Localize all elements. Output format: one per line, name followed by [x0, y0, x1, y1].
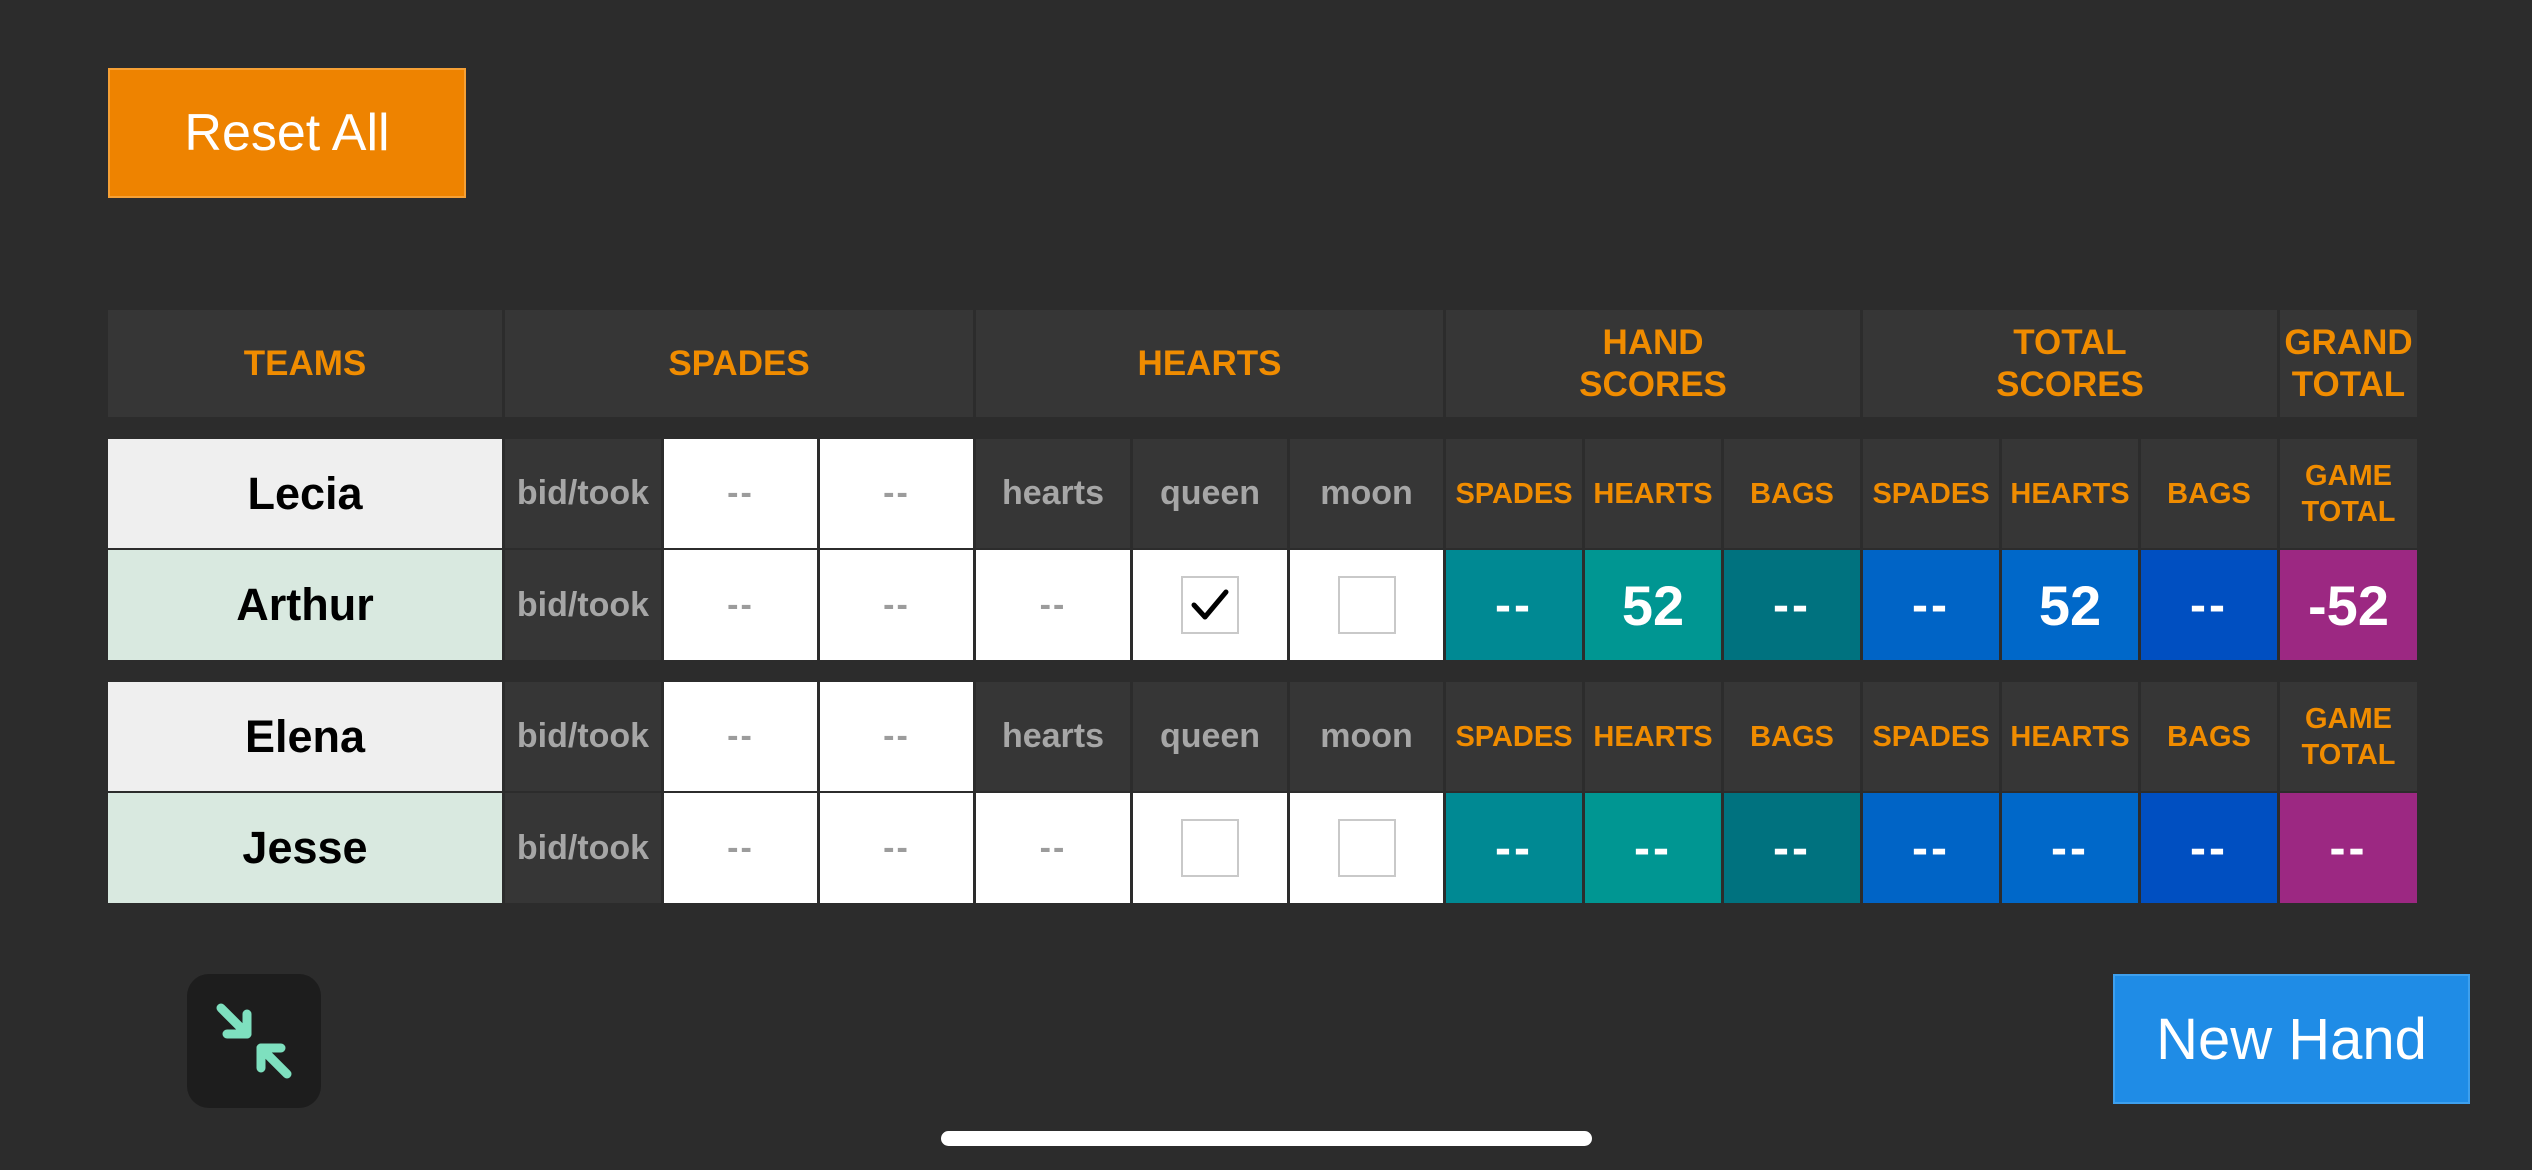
- player-name: Lecia: [108, 439, 502, 548]
- total-hearts-label: HEARTS: [2002, 682, 2138, 791]
- moon-label: moon: [1290, 682, 1443, 791]
- bid-took-label: bid/took: [505, 793, 661, 903]
- hearts-label: hearts: [976, 682, 1130, 791]
- scoreboard-table: TEAMS SPADES HEARTS HAND SCORES TOTAL SCOR…: [108, 310, 2417, 903]
- total-scores-header: TOTAL SCORES: [1863, 310, 2277, 417]
- hand-scores-header: HAND SCORES: [1446, 310, 1860, 417]
- hand-hearts-score: --: [1585, 793, 1721, 903]
- queen-checkbox[interactable]: [1181, 819, 1239, 877]
- reset-all-button[interactable]: Reset All: [108, 68, 466, 198]
- total-spades-score: --: [1863, 550, 1999, 660]
- moon-checkbox[interactable]: [1337, 576, 1396, 634]
- spades-header: SPADES: [505, 310, 973, 417]
- total-hearts-score: 52: [2002, 550, 2138, 660]
- bid-input[interactable]: --: [664, 550, 817, 660]
- new-hand-button[interactable]: New Hand: [2113, 974, 2470, 1104]
- home-indicator[interactable]: [941, 1131, 1592, 1146]
- bid-took-label: bid/took: [505, 682, 661, 791]
- game-total-label: GAME TOTAL: [2280, 682, 2417, 791]
- queen-checkbox[interactable]: [1181, 576, 1239, 634]
- hand-hearts-label: HEARTS: [1585, 439, 1721, 548]
- player-name: Jesse: [108, 793, 502, 903]
- hearts-label: hearts: [976, 439, 1130, 548]
- game-total-score: -52: [2280, 550, 2417, 660]
- queen-label: queen: [1133, 439, 1287, 548]
- hand-spades-score: --: [1446, 793, 1582, 903]
- took-input[interactable]: --: [820, 550, 973, 660]
- hand-bags-label: BAGS: [1724, 439, 1860, 548]
- hand-bags-score: --: [1724, 550, 1860, 660]
- queen-cell: [1133, 550, 1287, 660]
- bid-took-label: bid/took: [505, 439, 661, 548]
- moon-checkbox[interactable]: [1337, 819, 1396, 877]
- total-hearts-score: --: [2002, 793, 2138, 903]
- moon-cell: [1290, 550, 1443, 660]
- game-total-label: GAME TOTAL: [2280, 439, 2417, 548]
- teams-header: TEAMS: [108, 310, 502, 417]
- moon-label: moon: [1290, 439, 1443, 548]
- total-bags-label: BAGS: [2141, 682, 2277, 791]
- player-name: Elena: [108, 682, 502, 791]
- grand-total-header: GRAND TOTAL: [2280, 310, 2417, 417]
- queen-cell: [1133, 793, 1287, 903]
- bid-input[interactable]: --: [664, 682, 817, 791]
- took-input[interactable]: --: [820, 682, 973, 791]
- game-total-score: --: [2280, 793, 2417, 903]
- total-hearts-label: HEARTS: [2002, 439, 2138, 548]
- hand-hearts-score: 52: [1585, 550, 1721, 660]
- queen-label: queen: [1133, 682, 1287, 791]
- bid-took-label: bid/took: [505, 550, 661, 660]
- total-bags-score: --: [2141, 793, 2277, 903]
- hearts-input[interactable]: --: [976, 550, 1130, 660]
- checkmark-icon: [1191, 589, 1229, 620]
- arrows-collapse-icon: [216, 1003, 292, 1079]
- total-spades-score: --: [1863, 793, 1999, 903]
- hand-bags-score: --: [1724, 793, 1860, 903]
- hand-spades-label: SPADES: [1446, 439, 1582, 548]
- hearts-input[interactable]: --: [976, 793, 1130, 903]
- total-spades-label: SPADES: [1863, 439, 1999, 548]
- hearts-header: HEARTS: [976, 310, 1443, 417]
- total-spades-label: SPADES: [1863, 682, 1999, 791]
- took-input[interactable]: --: [820, 793, 973, 903]
- total-bags-label: BAGS: [2141, 439, 2277, 548]
- collapse-button[interactable]: [187, 974, 321, 1108]
- hand-spades-label: SPADES: [1446, 682, 1582, 791]
- total-bags-score: --: [2141, 550, 2277, 660]
- bid-input[interactable]: --: [664, 439, 817, 548]
- player-name: Arthur: [108, 550, 502, 660]
- hand-hearts-label: HEARTS: [1585, 682, 1721, 791]
- took-input[interactable]: --: [820, 439, 973, 548]
- bid-input[interactable]: --: [664, 793, 817, 903]
- moon-cell: [1290, 793, 1443, 903]
- hand-spades-score: --: [1446, 550, 1582, 660]
- hand-bags-label: BAGS: [1724, 682, 1860, 791]
